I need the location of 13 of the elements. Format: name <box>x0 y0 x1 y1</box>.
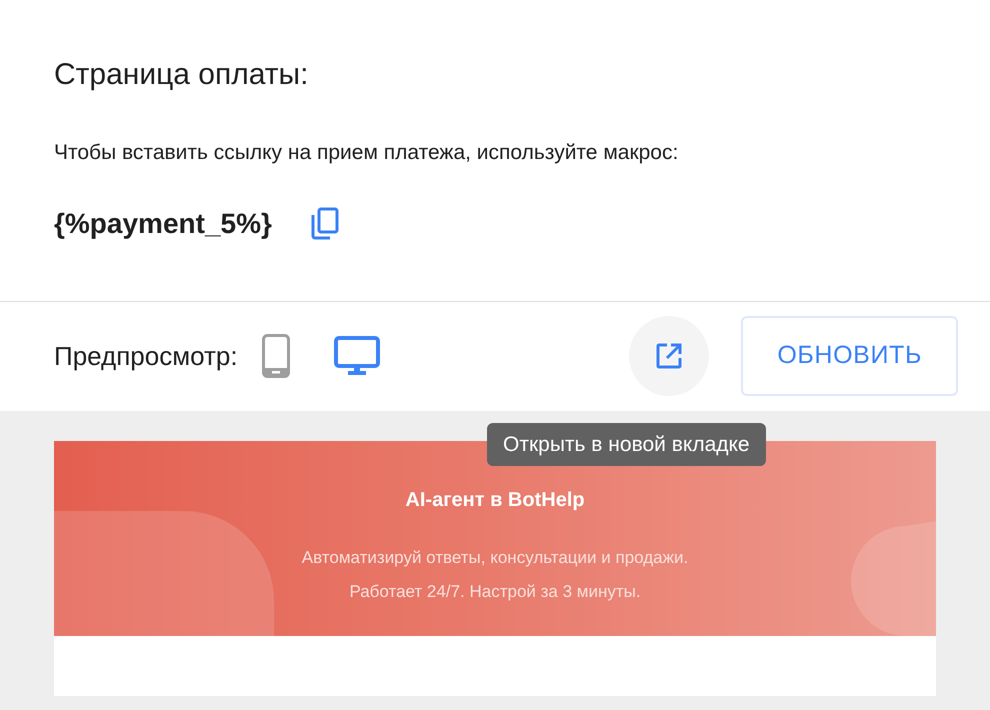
instruction-text: Чтобы вставить ссылку на прием платежа, используйте макрос: <box>54 140 680 166</box>
refresh-button[interactable]: ОБНОВИТЬ <box>741 316 958 396</box>
copy-icon[interactable] <box>310 206 340 240</box>
tooltip: Открыть в новой вкладке <box>487 422 766 466</box>
section-heading: Страница оплаты: <box>54 57 310 93</box>
banner-text: Автоматизируй ответы, консультации и продажи. <box>302 546 688 568</box>
preview-label: Предпросмотр: <box>54 340 238 372</box>
banner-text: Работает 24/7. Настрой за 3 минуты. <box>349 581 641 603</box>
mobile-preview-button[interactable] <box>262 334 290 378</box>
banner-title: AI-агент в BotHelp <box>405 488 585 512</box>
desktop-preview-button[interactable] <box>334 336 380 376</box>
external-link-icon <box>655 342 684 370</box>
macro-code: {%payment_5%} <box>54 206 272 241</box>
